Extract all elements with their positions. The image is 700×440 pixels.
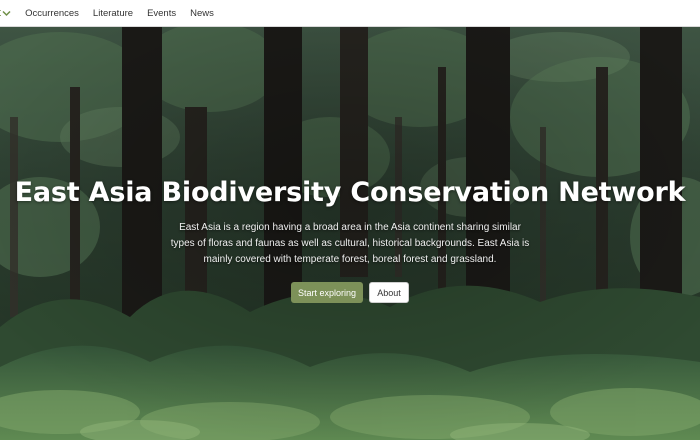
nav-partial-text: t — [0, 7, 1, 19]
nav-item-events[interactable]: Events — [147, 8, 176, 19]
top-navigation: t Occurrences Literature Events News — [0, 0, 700, 27]
start-exploring-button[interactable]: Start exploring — [291, 282, 363, 303]
hero-title: East Asia Biodiversity Conservation Netw… — [14, 177, 686, 208]
hero-content: East Asia Biodiversity Conservation Netw… — [0, 177, 700, 303]
hero-description: East Asia is a region having a broad are… — [170, 222, 530, 265]
about-button[interactable]: About — [369, 282, 409, 303]
nav-item-literature[interactable]: Literature — [93, 8, 133, 19]
nav-menu-partial[interactable]: t — [0, 7, 11, 19]
hero-section: East Asia Biodiversity Conservation Netw… — [0, 27, 700, 440]
page: t Occurrences Literature Events News — [0, 0, 700, 440]
nav-item-news[interactable]: News — [190, 8, 214, 19]
hero-actions: Start exploring About — [0, 282, 700, 303]
nav-item-occurrences[interactable]: Occurrences — [25, 8, 79, 19]
chevron-down-icon — [2, 10, 11, 16]
